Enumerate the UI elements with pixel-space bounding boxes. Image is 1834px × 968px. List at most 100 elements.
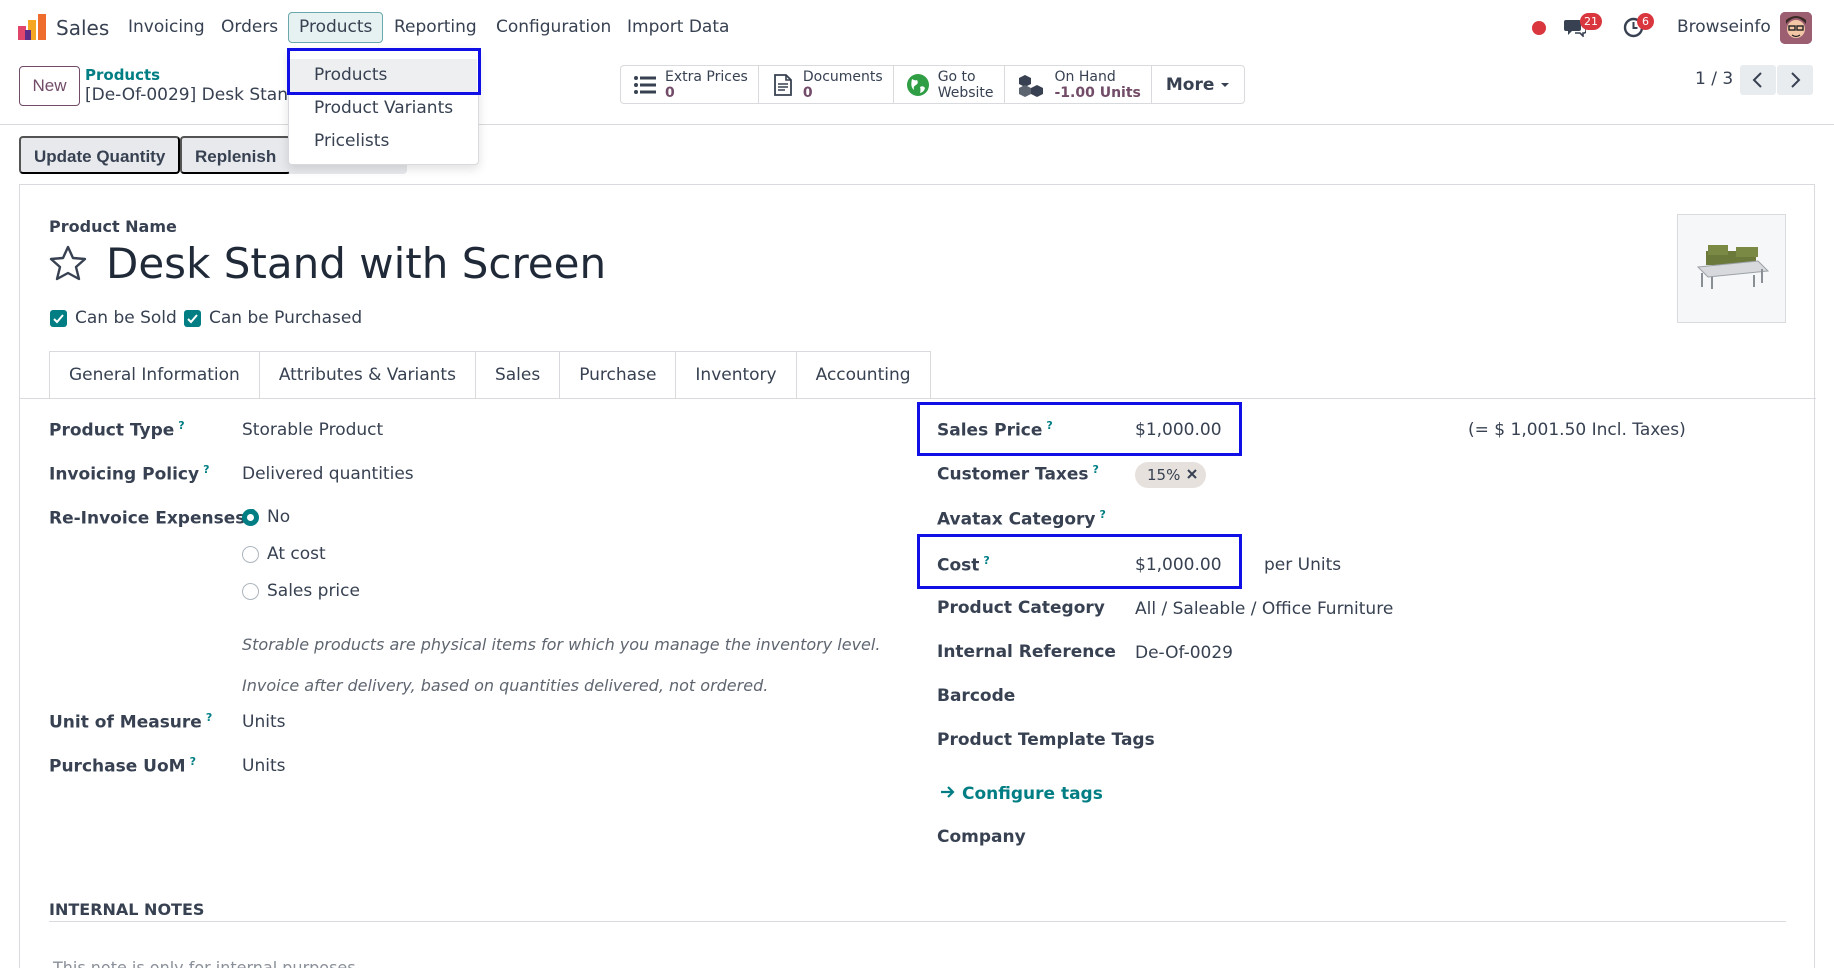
replenish-button[interactable]: Replenish [180, 136, 292, 174]
barcode-label: Barcode [937, 686, 1016, 706]
control-panel: New Products [De-Of-0029] Desk Stand wit… [0, 55, 1834, 125]
nav-orders[interactable]: Orders [221, 17, 278, 37]
user-name[interactable]: Browseinfo [1677, 17, 1771, 37]
tab-sales[interactable]: Sales [475, 351, 561, 399]
tab-general-information[interactable]: General Information [49, 351, 260, 399]
unit-of-measure-label: Unit of Measure? [49, 711, 213, 733]
reinvoice-expenses-label: Re-Invoice Expenses? [49, 507, 256, 529]
help-tooltip-icon[interactable]: ? [203, 463, 209, 476]
can-be-purchased-label[interactable]: Can be Purchased [209, 308, 362, 328]
tab-inventory[interactable]: Inventory [676, 351, 797, 399]
can-be-sold-checkbox[interactable] [50, 310, 67, 327]
company-label: Company [937, 827, 1026, 847]
breadcrumb-products[interactable]: Products [85, 66, 160, 84]
go-to-website-button[interactable]: Go to Website [894, 66, 1005, 103]
checkmark-icon [187, 314, 198, 324]
configure-tags-link[interactable]: Configure tags [940, 784, 1103, 804]
tab-accounting[interactable]: Accounting [796, 351, 931, 399]
checkmark-icon [53, 314, 64, 324]
help-tooltip-icon[interactable]: ? [190, 755, 196, 768]
product-image[interactable] [1677, 214, 1786, 323]
pager-next-button[interactable] [1777, 65, 1813, 95]
can-be-sold-label[interactable]: Can be Sold [75, 308, 177, 328]
pager-value[interactable]: 1 / 3 [1695, 69, 1733, 89]
go-to-label: Go to [937, 68, 976, 85]
unit-of-measure-field[interactable]: Units [242, 712, 285, 732]
reinvoice-at-cost-radio[interactable] [242, 546, 259, 563]
on-hand-button[interactable]: On Hand -1.00 Units [1005, 66, 1152, 103]
menu-item-pricelists[interactable]: Pricelists [290, 125, 477, 158]
product-name-field[interactable]: Desk Stand with Screen [106, 239, 606, 288]
help-tooltip-icon[interactable]: ? [1046, 419, 1052, 432]
on-hand-label: On Hand [1054, 68, 1116, 85]
chevron-right-icon [1791, 72, 1801, 88]
reinvoice-sales-price-label[interactable]: Sales price [267, 581, 360, 601]
nav-reporting[interactable]: Reporting [394, 17, 477, 37]
internal-notes-field[interactable]: This note is only for internal purposes. [53, 958, 361, 968]
invoicing-policy-field[interactable]: Delivered quantities [242, 464, 414, 484]
documents-label: Documents [802, 68, 883, 85]
document-icon [773, 73, 792, 96]
cost-label: Cost? [937, 554, 990, 576]
internal-reference-label: Internal Reference [937, 642, 1116, 662]
internal-reference-field[interactable]: De-Of-0029 [1135, 643, 1233, 663]
tab-attributes-variants[interactable]: Attributes & Variants [259, 351, 476, 399]
sales-price-field[interactable]: $1,000.00 [1135, 420, 1222, 440]
documents-button[interactable]: Documents 0 [759, 66, 894, 103]
can-be-purchased-checkbox[interactable] [184, 310, 201, 327]
user-avatar[interactable] [1780, 12, 1812, 44]
nav-products[interactable]: Products [288, 12, 384, 43]
cost-field[interactable]: $1,000.00 [1135, 555, 1222, 575]
extra-prices-button[interactable]: Extra Prices 0 [621, 66, 759, 103]
list-icon [634, 75, 656, 94]
invoicing-policy-help-note: Invoice after delivery, based on quantit… [242, 676, 769, 695]
nav-import-data[interactable]: Import Data [627, 17, 729, 37]
tax-tag[interactable]: 15% [1135, 462, 1207, 488]
incl-taxes-text: (= $ 1,001.50 Incl. Taxes) [1468, 420, 1686, 440]
internal-notes-divider [49, 921, 1786, 922]
more-button[interactable]: More [1152, 66, 1245, 103]
customer-taxes-label: Customer Taxes? [937, 463, 1099, 485]
help-tooltip-icon[interactable]: ? [206, 711, 212, 724]
menu-item-product-variants[interactable]: Product Variants [290, 92, 477, 125]
menu-item-products[interactable]: Products [290, 59, 477, 92]
pager-previous-button[interactable] [1740, 65, 1776, 95]
close-icon[interactable] [1186, 468, 1198, 480]
activities-badge: 6 [1637, 13, 1654, 30]
tax-tag-label: 15% [1147, 466, 1181, 484]
breadcrumb-current-record: [De-Of-0029] Desk Stand with Screen [85, 85, 290, 105]
reinvoice-sales-price-radio[interactable] [242, 583, 259, 600]
update-quantity-button[interactable]: Update Quantity [19, 136, 181, 174]
nav-invoicing[interactable]: Invoicing [128, 17, 205, 37]
on-hand-value: -1.00 Units [1054, 84, 1141, 101]
sales-app-logo[interactable] [18, 14, 46, 40]
favorite-star-icon[interactable] [48, 244, 88, 284]
reinvoice-no-label[interactable]: No [267, 507, 290, 527]
tab-purchase[interactable]: Purchase [560, 351, 677, 399]
internal-notes-label: INTERNAL NOTES [49, 900, 205, 919]
product-type-field[interactable]: Storable Product [242, 420, 383, 440]
nav-configuration[interactable]: Configuration [496, 17, 611, 37]
app-name[interactable]: Sales [56, 16, 109, 40]
product-type-label: Product Type? [49, 419, 185, 441]
product-name-label: Product Name [49, 217, 177, 236]
new-button[interactable]: New [19, 66, 80, 106]
more-label: More [1165, 74, 1215, 95]
help-tooltip-icon[interactable]: ? [1093, 463, 1099, 476]
messages-badge: 21 [1580, 13, 1602, 30]
product-category-field[interactable]: All / Saleable / Office Furniture [1135, 599, 1393, 619]
tabs-divider [20, 398, 1816, 399]
globe-icon [906, 73, 929, 96]
purchase-uom-field[interactable]: Units [242, 756, 285, 776]
documents-value: 0 [802, 84, 813, 101]
help-tooltip-icon[interactable]: ? [178, 419, 184, 432]
help-tooltip-icon[interactable]: ? [1100, 508, 1106, 521]
help-tooltip-icon[interactable]: ? [983, 554, 989, 567]
form-tabs: General Information Attributes & Variant… [49, 351, 931, 399]
per-units-text: per Units [1264, 555, 1342, 575]
smart-buttons: Extra Prices0 Documents0 Go toWebsite [620, 65, 1246, 104]
recording-indicator-icon[interactable] [1532, 21, 1546, 35]
purchase-uom-label: Purchase UoM? [49, 755, 196, 777]
reinvoice-at-cost-label[interactable]: At cost [267, 544, 326, 564]
reinvoice-no-radio[interactable] [242, 509, 259, 526]
